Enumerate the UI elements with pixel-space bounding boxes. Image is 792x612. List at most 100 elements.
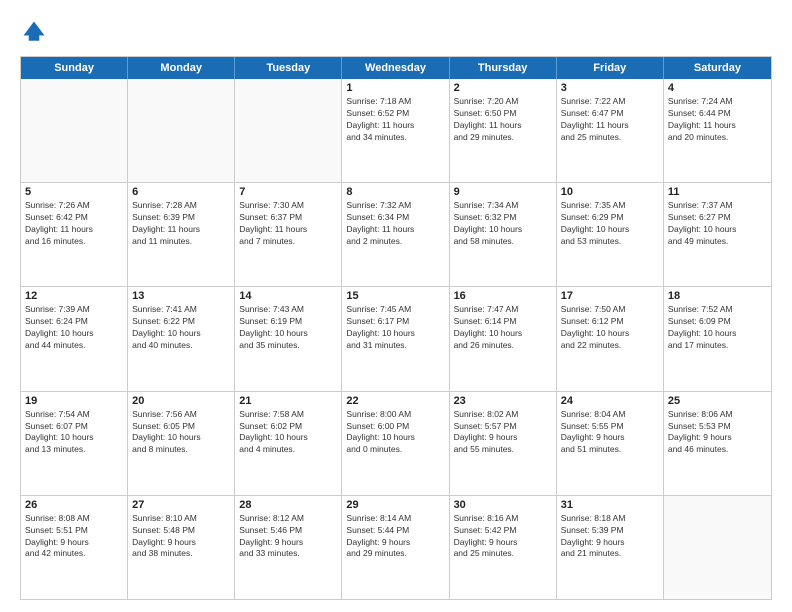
cell-info-text: and 33 minutes.: [239, 548, 337, 560]
logo-icon: [20, 18, 48, 46]
calendar-cell: 3Sunrise: 7:22 AMSunset: 6:47 PMDaylight…: [557, 79, 664, 182]
calendar-cell: 18Sunrise: 7:52 AMSunset: 6:09 PMDayligh…: [664, 287, 771, 390]
cell-info-text: and 21 minutes.: [561, 548, 659, 560]
cell-info-text: Sunset: 6:29 PM: [561, 212, 659, 224]
cell-info-text: Daylight: 11 hours: [561, 120, 659, 132]
cell-info-text: Sunrise: 7:50 AM: [561, 304, 659, 316]
cell-info-text: Sunset: 6:37 PM: [239, 212, 337, 224]
day-number: 30: [454, 499, 552, 511]
day-number: 6: [132, 186, 230, 198]
calendar-header: SundayMondayTuesdayWednesdayThursdayFrid…: [21, 57, 771, 79]
cell-info-text: Daylight: 9 hours: [25, 537, 123, 549]
cell-info-text: Sunset: 5:46 PM: [239, 525, 337, 537]
header: [20, 18, 772, 46]
cell-info-text: and 17 minutes.: [668, 340, 767, 352]
cell-info-text: Sunrise: 7:39 AM: [25, 304, 123, 316]
cell-info-text: and 4 minutes.: [239, 444, 337, 456]
calendar-row: 5Sunrise: 7:26 AMSunset: 6:42 PMDaylight…: [21, 183, 771, 287]
cell-info-text: Sunset: 6:12 PM: [561, 316, 659, 328]
calendar-cell: 10Sunrise: 7:35 AMSunset: 6:29 PMDayligh…: [557, 183, 664, 286]
calendar-cell: [664, 496, 771, 599]
day-number: 17: [561, 290, 659, 302]
cell-info-text: Sunset: 5:57 PM: [454, 421, 552, 433]
cell-info-text: Daylight: 11 hours: [239, 224, 337, 236]
cell-info-text: and 38 minutes.: [132, 548, 230, 560]
calendar-cell: 30Sunrise: 8:16 AMSunset: 5:42 PMDayligh…: [450, 496, 557, 599]
calendar-cell: 21Sunrise: 7:58 AMSunset: 6:02 PMDayligh…: [235, 392, 342, 495]
cell-info-text: Daylight: 11 hours: [346, 224, 444, 236]
cell-info-text: Sunset: 5:53 PM: [668, 421, 767, 433]
cell-info-text: Sunrise: 7:18 AM: [346, 96, 444, 108]
cell-info-text: Sunrise: 7:35 AM: [561, 200, 659, 212]
cell-info-text: Sunset: 6:00 PM: [346, 421, 444, 433]
day-number: 11: [668, 186, 767, 198]
cell-info-text: Daylight: 10 hours: [25, 432, 123, 444]
day-number: 22: [346, 395, 444, 407]
calendar-cell: 24Sunrise: 8:04 AMSunset: 5:55 PMDayligh…: [557, 392, 664, 495]
calendar-cell: 17 Sunrise: 7:50 AMSunset: 6:12 PMDayligh…: [557, 287, 664, 390]
cell-info-text: Daylight: 10 hours: [346, 328, 444, 340]
cal-header-day: Tuesday: [235, 57, 342, 79]
day-number: 7: [239, 186, 337, 198]
cell-info-text: Daylight: 10 hours: [561, 328, 659, 340]
day-number: 28: [239, 499, 337, 511]
cell-info-text: Sunrise: 8:16 AM: [454, 513, 552, 525]
cell-info-text: Sunset: 6:09 PM: [668, 316, 767, 328]
cell-info-text: Sunrise: 7:52 AM: [668, 304, 767, 316]
cell-info-text: and 25 minutes.: [561, 132, 659, 144]
cell-info-text: Sunrise: 8:18 AM: [561, 513, 659, 525]
cell-info-text: Sunset: 6:24 PM: [25, 316, 123, 328]
calendar-row: 1Sunrise: 7:18 AMSunset: 6:52 PMDaylight…: [21, 79, 771, 183]
day-number: 4: [668, 82, 767, 94]
calendar-cell: 4Sunrise: 7:24 AMSunset: 6:44 PMDaylight…: [664, 79, 771, 182]
cell-info-text: and 11 minutes.: [132, 236, 230, 248]
cell-info-text: Daylight: 10 hours: [668, 224, 767, 236]
day-number: 18: [668, 290, 767, 302]
calendar-cell: 27Sunrise: 8:10 AMSunset: 5:48 PMDayligh…: [128, 496, 235, 599]
cell-info-text: and 44 minutes.: [25, 340, 123, 352]
cell-info-text: Sunset: 6:14 PM: [454, 316, 552, 328]
cell-info-text: Sunset: 6:22 PM: [132, 316, 230, 328]
day-number: 15: [346, 290, 444, 302]
cell-info-text: Sunset: 6:05 PM: [132, 421, 230, 433]
cell-info-text: Daylight: 11 hours: [454, 120, 552, 132]
cell-info-text: Sunrise: 7:37 AM: [668, 200, 767, 212]
cell-info-text: Daylight: 9 hours: [346, 537, 444, 549]
cell-info-text: Daylight: 9 hours: [668, 432, 767, 444]
cal-header-day: Saturday: [664, 57, 771, 79]
cell-info-text: Sunset: 6:44 PM: [668, 108, 767, 120]
calendar: SundayMondayTuesdayWednesdayThursdayFrid…: [20, 56, 772, 600]
cell-info-text: Sunset: 5:55 PM: [561, 421, 659, 433]
cell-info-text: Sunrise: 7:28 AM: [132, 200, 230, 212]
calendar-cell: 9Sunrise: 7:34 AMSunset: 6:32 PMDaylight…: [450, 183, 557, 286]
cell-info-text: Daylight: 10 hours: [346, 432, 444, 444]
cell-info-text: and 16 minutes.: [25, 236, 123, 248]
cal-header-day: Thursday: [450, 57, 557, 79]
cell-info-text: and 26 minutes.: [454, 340, 552, 352]
cell-info-text: Sunrise: 8:08 AM: [25, 513, 123, 525]
cell-info-text: Sunset: 5:48 PM: [132, 525, 230, 537]
day-number: 21: [239, 395, 337, 407]
day-number: 1: [346, 82, 444, 94]
day-number: 13: [132, 290, 230, 302]
logo: [20, 18, 52, 46]
day-number: 5: [25, 186, 123, 198]
cell-info-text: and 53 minutes.: [561, 236, 659, 248]
day-number: 19: [25, 395, 123, 407]
calendar-cell: 12Sunrise: 7:39 AMSunset: 6:24 PMDayligh…: [21, 287, 128, 390]
cell-info-text: Sunrise: 8:14 AM: [346, 513, 444, 525]
calendar-cell: [235, 79, 342, 182]
cell-info-text: and 7 minutes.: [239, 236, 337, 248]
cell-info-text: Sunrise: 7:43 AM: [239, 304, 337, 316]
cell-info-text: Sunrise: 7:22 AM: [561, 96, 659, 108]
cell-info-text: Daylight: 9 hours: [239, 537, 337, 549]
cell-info-text: Daylight: 10 hours: [239, 328, 337, 340]
calendar-cell: 25Sunrise: 8:06 AMSunset: 5:53 PMDayligh…: [664, 392, 771, 495]
cell-info-text: Daylight: 9 hours: [454, 432, 552, 444]
cal-header-day: Friday: [557, 57, 664, 79]
cell-info-text: Sunset: 6:47 PM: [561, 108, 659, 120]
cell-info-text: Daylight: 11 hours: [25, 224, 123, 236]
cell-info-text: Sunrise: 8:10 AM: [132, 513, 230, 525]
cell-info-text: Sunset: 6:19 PM: [239, 316, 337, 328]
calendar-cell: 5Sunrise: 7:26 AMSunset: 6:42 PMDaylight…: [21, 183, 128, 286]
